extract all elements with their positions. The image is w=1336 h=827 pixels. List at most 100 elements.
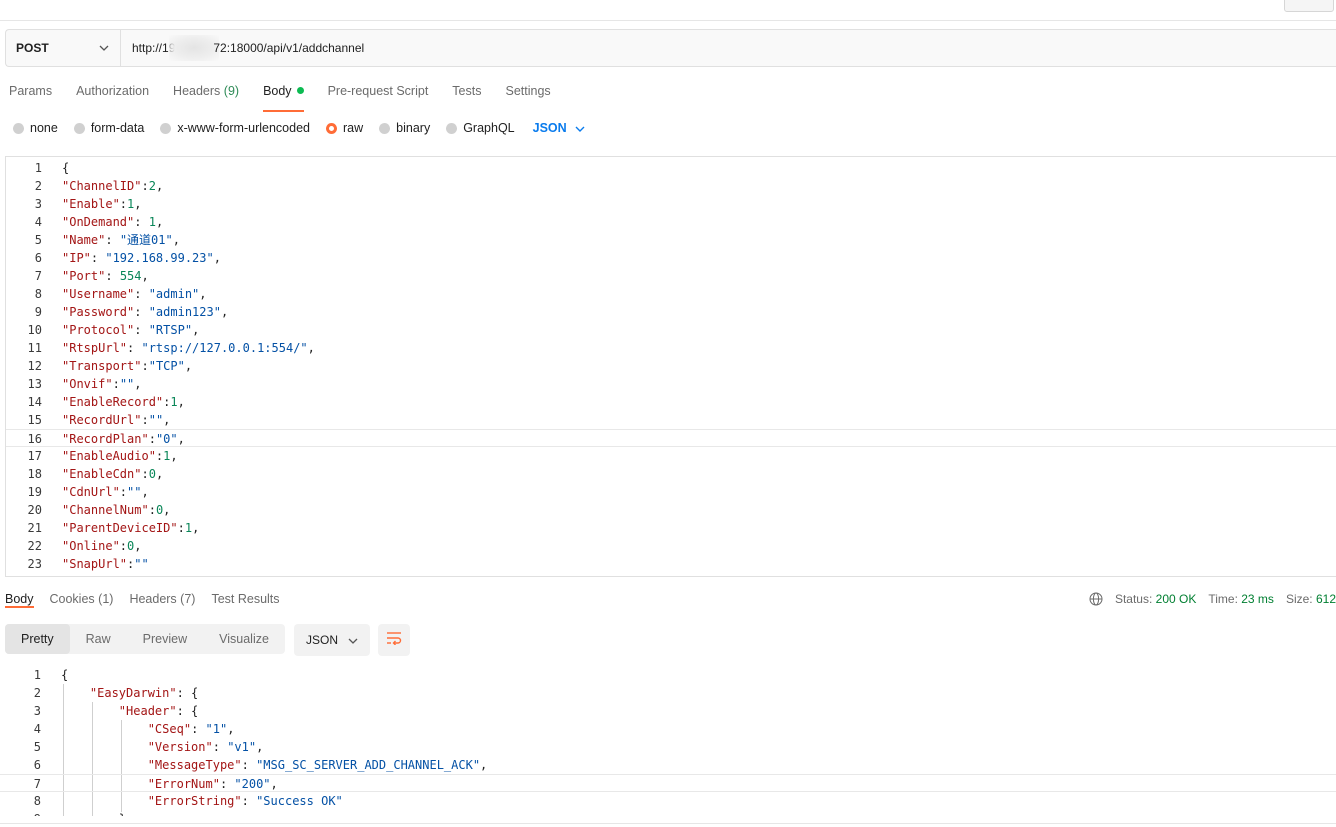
tab-params[interactable]: Params (9, 84, 52, 110)
tab-test-results[interactable]: Test Results (211, 592, 279, 606)
code-line: 7 "Port": 554, (6, 267, 1336, 285)
window-control-button[interactable] (1284, 0, 1334, 12)
code-text: "Password": "admin123", (62, 305, 229, 319)
method-label: POST (16, 41, 49, 55)
code-text: "Username": "admin", (62, 287, 207, 301)
line-number: 11 (27, 341, 42, 355)
code-line: 5 "Version": "v1", (0, 738, 1336, 756)
code-line: 3 "Header": { (0, 702, 1336, 720)
code-line: 12 "Transport":"TCP", (6, 357, 1336, 375)
line-number: 12 (27, 359, 42, 373)
radio-circle-icon (446, 122, 458, 134)
time-text: Time: 23 ms (1208, 592, 1274, 606)
code-line: 4 "OnDemand": 1, (6, 213, 1336, 231)
tab-body[interactable]: Body (263, 84, 304, 112)
code-line: 18 "EnableCdn":0, (6, 465, 1336, 483)
code-text: }, (61, 810, 133, 816)
line-number: 2 (34, 179, 42, 193)
radio-graphql[interactable]: GraphQL (446, 121, 515, 135)
line-number: 18 (27, 467, 42, 481)
line-number: 7 (33, 777, 41, 791)
view-raw[interactable]: Raw (70, 624, 127, 654)
radio-circle-icon (13, 122, 24, 134)
line-number: 8 (34, 287, 42, 301)
code-text: "ErrorString": "Success OK" (147, 794, 343, 808)
line-number: 8 (33, 794, 41, 808)
radio-x-www-form-urlencoded[interactable]: x-www-form-urlencoded (160, 121, 310, 135)
radio-selected-icon (326, 122, 337, 134)
code-line: 2 "ChannelID":2, (6, 177, 1336, 195)
code-line: 14 "EnableRecord":1, (6, 393, 1336, 411)
code-text: "Protocol": "RTSP", (62, 323, 200, 337)
line-number: 14 (27, 395, 42, 409)
radio-none[interactable]: none (13, 121, 58, 135)
code-line: 2 "EasyDarwin": { (0, 684, 1336, 702)
chevron-down-icon (98, 42, 110, 54)
status-text: Status: 200 OK (1114, 592, 1197, 606)
code-text: "Port": 554, (62, 269, 149, 283)
line-number: 22 (27, 539, 42, 553)
tab-tests[interactable]: Tests (452, 84, 481, 110)
code-text: "ChannelID":2, (62, 179, 164, 193)
code-text: "Header": { (118, 704, 199, 718)
code-line: 20 "ChannelNum":0, (6, 501, 1336, 519)
radio-binary[interactable]: binary (379, 121, 430, 135)
line-number: 17 (27, 449, 42, 463)
code-text: "Version": "v1", (147, 740, 264, 754)
redacted-blur (169, 35, 220, 61)
code-line: 1{ (6, 159, 1336, 177)
tab-headers[interactable]: Headers (9) (173, 84, 239, 110)
code-line: 5 "Name": "通道01", (6, 231, 1336, 249)
response-format-select[interactable]: JSON (294, 624, 370, 656)
code-line: 17 "EnableAudio":1, (6, 447, 1336, 465)
request-body-editor[interactable]: 1{2 "ChannelID":2, 3 "Enable":1, 4 "OnDemand"… (5, 156, 1336, 577)
tab-cookies[interactable]: Cookies (1) (50, 592, 114, 606)
code-text: "MessageType": "MSG_SC_SERVER_ADD_CHANNE… (147, 758, 488, 772)
url-bar: POST http://19 72:18000/api/v1/addchanne… (5, 29, 1336, 67)
radio-circle-icon (160, 122, 172, 134)
tab-response-body[interactable]: Body (5, 592, 34, 608)
code-line: 6 "IP": "192.168.99.23", (6, 249, 1336, 267)
line-number: 9 (0, 810, 41, 816)
code-text: "OnDemand": 1, (62, 215, 164, 229)
code-line: 22 "Online":0, (6, 537, 1336, 555)
code-text: "RtspUrl": "rtsp://127.0.0.1:554/", (62, 341, 315, 355)
line-number: 4 (34, 215, 42, 229)
line-number: 9 (34, 305, 42, 319)
code-text: "EnableCdn":0, (62, 467, 164, 481)
wrap-lines-button[interactable] (378, 624, 410, 656)
line-number: 13 (27, 377, 42, 391)
line-number: 21 (27, 521, 42, 535)
line-number: 6 (34, 251, 42, 265)
method-select[interactable]: POST (6, 30, 121, 66)
tab-pre-request-script[interactable]: Pre-request Script (328, 84, 429, 110)
tab-authorization[interactable]: Authorization (76, 84, 149, 110)
globe-icon[interactable] (1089, 592, 1103, 606)
response-body-viewer[interactable]: 1{2 "EasyDarwin": {3 "Header": {4 "CSeq"… (0, 666, 1336, 816)
code-text: "Online":0, (62, 539, 142, 553)
view-pretty[interactable]: Pretty (5, 624, 70, 654)
view-preview[interactable]: Preview (127, 624, 203, 654)
code-line: 8 "ErrorString": "Success OK" (0, 792, 1336, 810)
modified-dot-icon (296, 87, 304, 94)
response-view-toggle: Pretty Raw Preview Visualize (5, 624, 285, 654)
size-text: Size: 612 (1285, 592, 1336, 606)
radio-form-data[interactable]: form-data (73, 121, 144, 135)
tab-settings[interactable]: Settings (505, 84, 550, 110)
code-line: 21 "ParentDeviceID":1, (6, 519, 1336, 537)
url-input[interactable]: http://19 72:18000/api/v1/addchannel (121, 35, 364, 61)
radio-raw[interactable]: raw (326, 121, 363, 135)
line-number: 1 (33, 668, 41, 682)
code-text: "EnableRecord":1, (62, 395, 185, 409)
body-format-select[interactable]: JSON (533, 121, 585, 135)
line-number: 23 (27, 557, 42, 571)
tab-response-headers[interactable]: Headers (7) (129, 592, 195, 606)
line-number: 5 (33, 740, 41, 754)
code-text: "Onvif":"", (62, 377, 142, 391)
view-visualize[interactable]: Visualize (203, 624, 285, 654)
response-tabs: Body Cookies (1) Headers (7) Test Result… (5, 592, 296, 608)
line-number: 10 (27, 323, 42, 337)
code-line: 7 "ErrorNum": "200", (0, 774, 1336, 792)
radio-circle-icon (379, 122, 391, 134)
code-text: "IP": "192.168.99.23", (62, 251, 221, 265)
